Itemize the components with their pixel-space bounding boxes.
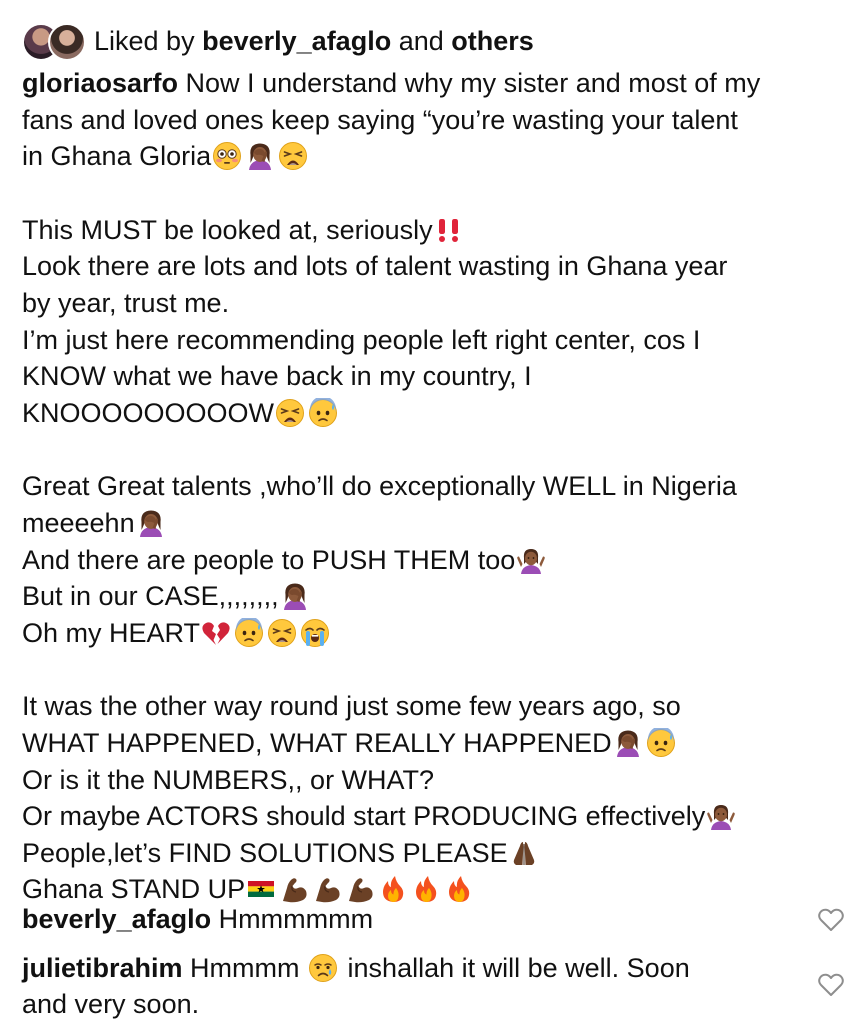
like-comment-heart-icon[interactable]	[818, 908, 844, 932]
comment-item: beverly_afaglo Hmmmmmm	[22, 901, 802, 937]
like-comment-heart-icon[interactable]	[818, 973, 844, 997]
caption-line: Look there are lots and lots of talent w…	[22, 251, 728, 282]
liked-by-user-link[interactable]: beverly_afaglo	[202, 26, 391, 57]
caption-line: This MUST be looked at, seriously	[22, 212, 822, 249]
comment-item: julietibrahim Hmmmm inshallah it will be…	[22, 950, 802, 1022]
anxious-face-with-sweat-icon	[646, 728, 676, 758]
crying-face-icon	[308, 953, 338, 983]
caption-line: WHAT HAPPENED, WHAT REALLY HAPPENED	[22, 725, 822, 762]
caption-line: KNOOOOOOOOOW	[22, 395, 822, 432]
anxious-face-with-sweat-icon	[308, 398, 338, 428]
comment-line: and very soon.	[22, 989, 200, 1019]
fire-icon	[444, 874, 474, 904]
caption-line: KNOW what we have back in my country, I	[22, 361, 532, 392]
caption-line: meeeehn	[22, 505, 822, 542]
weary-face-icon	[278, 141, 308, 171]
liked-by-others-link[interactable]: others	[451, 26, 534, 57]
flexed-biceps-icon	[345, 874, 375, 904]
comment-username-link[interactable]: julietibrahim	[22, 953, 183, 983]
anxious-face-with-sweat-icon	[234, 618, 264, 648]
loudly-crying-face-icon	[300, 618, 330, 648]
post-caption: gloriaosarfo Now I understand why my sis…	[22, 65, 822, 908]
caption-line: in Ghana Gloria	[22, 138, 822, 175]
woman-shrugging-icon	[516, 545, 546, 575]
caption-line: gloriaosarfo Now I understand why my sis…	[22, 68, 761, 98]
flag-ghana-icon	[246, 874, 276, 904]
flexed-biceps-icon	[279, 874, 309, 904]
caption-line: Great Great talents ,who’ll do exception…	[22, 471, 737, 502]
folded-hands-icon	[509, 838, 539, 868]
comment-line: julietibrahim Hmmmm inshallah it will be…	[22, 950, 802, 986]
fire-icon	[411, 874, 441, 904]
caption-line: by year, trust me.	[22, 287, 230, 318]
caption-line: Or maybe ACTORS should start PRODUCING e…	[22, 798, 822, 835]
comment-text: Hmmmm	[190, 953, 300, 983]
caption-line: fans and loved ones keep saying “you’re …	[22, 104, 738, 135]
caption-username-link[interactable]: gloriaosarfo	[22, 68, 178, 98]
weary-face-icon	[275, 398, 305, 428]
comment-line: beverly_afaglo Hmmmmmm	[22, 901, 802, 937]
liked-by-row: Liked by beverly_afaglo and others	[22, 20, 534, 62]
avatar[interactable]	[48, 23, 86, 61]
comment-username-link[interactable]: beverly_afaglo	[22, 904, 211, 934]
comment-text: Hmmmmmm	[218, 904, 374, 934]
liker-avatars[interactable]	[22, 21, 88, 61]
caption-line: I’m just here recommending people left r…	[22, 324, 701, 355]
broken-heart-icon	[201, 618, 231, 648]
caption-line: Or is it the NUMBERS,, or WHAT?	[22, 764, 435, 795]
woman-facepalming-icon	[613, 728, 643, 758]
caption-line: But in our CASE,,,,,,,,	[22, 578, 822, 615]
caption-line: It was the other way round just some few…	[22, 691, 681, 722]
flushed-face-icon	[212, 141, 242, 171]
caption-line: People,let’s FIND SOLUTIONS PLEASE	[22, 835, 822, 872]
woman-facepalming-icon	[136, 508, 166, 538]
fire-icon	[378, 874, 408, 904]
woman-shrugging-icon	[706, 801, 736, 831]
double-exclamation-icon	[434, 215, 464, 245]
weary-face-icon	[267, 618, 297, 648]
liked-by-prefix: Liked by	[94, 25, 195, 56]
comment-text: inshallah it will be well. Soon	[347, 953, 690, 983]
flexed-biceps-icon	[312, 874, 342, 904]
woman-facepalming-icon	[280, 581, 310, 611]
liked-by-and: and	[398, 25, 444, 56]
caption-line: And there are people to PUSH THEM too	[22, 542, 822, 579]
caption-line: Oh my HEART	[22, 615, 822, 652]
woman-facepalming-icon	[245, 141, 275, 171]
